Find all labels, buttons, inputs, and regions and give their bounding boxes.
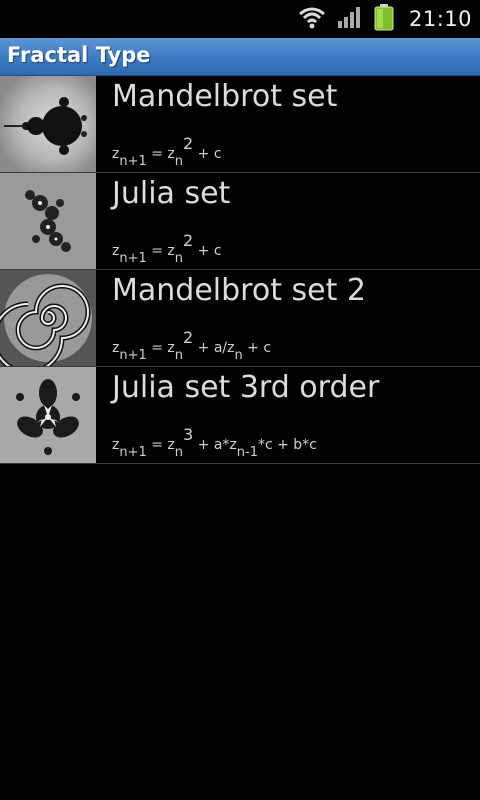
- fractal-name: Mandelbrot set: [112, 79, 338, 114]
- list-item-mandelbrot-set-2[interactable]: Mandelbrot set 2 zn+1 = zn2 + a/zn + c: [0, 270, 480, 367]
- wifi-icon: [297, 5, 327, 33]
- mandelbrot-thumbnail: [0, 76, 96, 172]
- fractal-type-list: Mandelbrot set zn+1 = zn2 + c Julia set …: [0, 76, 480, 464]
- julia-3rd-order-thumbnail: [0, 367, 96, 463]
- status-icons: 21:10: [297, 0, 472, 38]
- julia-thumbnail: [0, 173, 96, 269]
- mandelbrot-2-thumbnail: [0, 270, 96, 366]
- fractal-name: Julia set 3rd order: [112, 370, 380, 405]
- list-item-julia-set[interactable]: Julia set zn+1 = zn2 + c: [0, 173, 480, 270]
- status-bar: 21:10: [0, 0, 480, 38]
- list-item-julia-set-3rd-order[interactable]: Julia set 3rd order zn+1 = zn3 + a*zn-1*…: [0, 367, 480, 464]
- fractal-formula: zn+1 = zn3 + a*zn-1*c + b*c: [112, 425, 317, 460]
- fractal-formula: zn+1 = zn2 + c: [112, 134, 222, 169]
- clock: 21:10: [408, 7, 472, 31]
- fractal-formula: zn+1 = zn2 + a/zn + c: [112, 328, 272, 363]
- title-bar: Fractal Type: [0, 38, 480, 76]
- fractal-name: Mandelbrot set 2: [112, 273, 366, 308]
- fractal-formula: zn+1 = zn2 + c: [112, 231, 222, 266]
- battery-icon: [373, 3, 395, 35]
- signal-icon: [337, 5, 363, 33]
- list-item-mandelbrot-set[interactable]: Mandelbrot set zn+1 = zn2 + c: [0, 76, 480, 173]
- fractal-name: Julia set: [112, 176, 231, 211]
- page-title: Fractal Type: [7, 43, 151, 67]
